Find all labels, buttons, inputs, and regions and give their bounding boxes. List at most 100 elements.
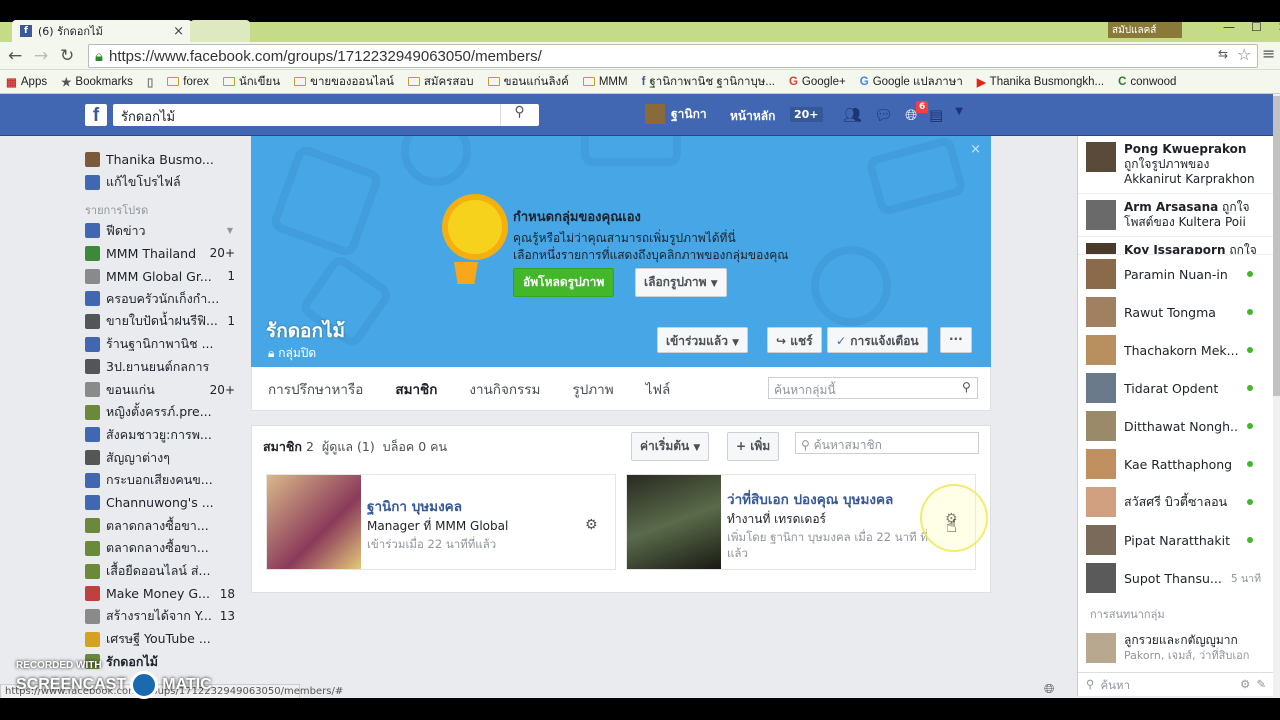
sidebar-item[interactable]: MMM Global Gr... 1 (85, 265, 235, 288)
bookmark-item[interactable]: ▦ Apps (6, 75, 47, 89)
bookmark-item[interactable]: ▶ Thanika Busmongkh... (977, 75, 1104, 89)
add-member-button[interactable]: + เพิ่ม (727, 432, 780, 461)
browser-tab-active[interactable]: f (6) รักดอกไม้ × (12, 20, 192, 42)
group-search-input[interactable]: ค้นหากลุ่มนี้ (768, 377, 978, 399)
sidebar-item[interactable]: ขอนแก่น 20+ (85, 378, 235, 401)
friend-requests-icon[interactable]: 👥︎ (843, 106, 862, 124)
profile-link[interactable]: ฐานิกา (645, 104, 707, 124)
sidebar-item[interactable]: สัญญาต่างๆ (85, 446, 235, 469)
member-photo[interactable] (267, 475, 361, 569)
bookmark-star-icon[interactable]: ☆ (1237, 45, 1251, 64)
contact-item[interactable]: Tidarat Opdent (1078, 369, 1273, 407)
blocked-link[interactable]: บล็อค 0 คน (383, 437, 447, 457)
messages-icon[interactable]: 💬︎ (874, 106, 893, 124)
group-tab[interactable]: ไฟล์ (630, 367, 687, 411)
globe-icon[interactable]: 🌐︎ (1044, 682, 1054, 697)
group-name[interactable]: รักดอกไม้ (266, 316, 345, 346)
member-name[interactable]: ว่าที่สิบเอก ปองคุณ บุษมงคล (727, 488, 942, 510)
more-button[interactable]: ··· (940, 327, 972, 353)
sidebar-item[interactable]: ขายใบปัดน้ำฝนรีฟิ... 1 (85, 310, 235, 333)
sidebar-item[interactable]: ครอบครัวนักเก็งกำ... (85, 287, 235, 310)
upload-photo-button[interactable]: อัพโหลดรูปภาพ (513, 268, 615, 297)
contact-item[interactable]: Rawut Tongma (1078, 293, 1273, 331)
compose-icon[interactable]: ✎ (1256, 677, 1266, 692)
bookmark-item[interactable]: ขอนแก่นลิงค์ (487, 73, 569, 91)
facebook-logo-icon[interactable]: f (85, 104, 107, 126)
ticker-item[interactable]: Pong Kwueprakon ถูกใจรูปภาพของ Akkanirut… (1078, 136, 1273, 194)
ticker-item[interactable]: Koy Issaraporn ถูกใจ (1078, 237, 1273, 255)
maximize-icon[interactable]: ☐ (1251, 20, 1262, 38)
sidebar-edit-profile[interactable]: แก้ไขโปรไฟล์ (85, 171, 235, 194)
joined-button[interactable]: เข้าร่วมแล้ว ▼ (657, 327, 749, 353)
sidebar-item[interactable]: MMM Thailand 20+ (85, 242, 235, 265)
account-menu-chevron-icon[interactable]: ▼ (955, 106, 963, 124)
sidebar-item[interactable]: สร้างรายได้จาก Y... 13 (85, 605, 235, 628)
sidebar-item[interactable]: กระบอกเสียงคนข... (85, 469, 235, 492)
chat-search-input[interactable]: ⚲ ค้นหา ⚙ ✎ (1078, 672, 1274, 696)
search-icon[interactable]: ⚲ (962, 380, 971, 394)
share-button[interactable]: ↪ แชร์ (767, 327, 822, 353)
home-link[interactable]: หน้าหลัก (730, 107, 775, 126)
sidebar-item[interactable]: 3ป.ยานยนต์กลการ (85, 356, 235, 379)
contact-item[interactable]: Thachakorn Mek... (1078, 331, 1273, 369)
chevron-down-icon[interactable]: ▼ (227, 226, 233, 235)
search-icon[interactable]: ⚲ (500, 104, 538, 126)
bookmark-item[interactable]: นักเขียน (222, 73, 280, 91)
sidebar-item[interactable]: เศรษฐี YouTube ... (85, 628, 235, 651)
group-tab[interactable]: การปรึกษาหารือ (268, 367, 379, 411)
bookmark-item[interactable]: Cconwood (1118, 76, 1176, 88)
sidebar-item[interactable]: หญิงตั้งครรภ์.pre... (85, 401, 235, 424)
reload-icon[interactable]: ↻ (60, 46, 74, 66)
group-chat-item[interactable]: ลูกรวยและกตัญญูมาก Pakorn, เจมส์, ว่าที่… (1078, 627, 1273, 669)
ticker-item[interactable]: Arm Arsasana ถูกใจโพสต์ของ Kultera Poii (1078, 194, 1273, 237)
gear-icon[interactable]: ⚙ (585, 517, 598, 533)
contact-item[interactable]: Supot Thansu... 5 นาที (1078, 559, 1273, 597)
bookmark-item[interactable]: ขายของออนไลน์ (294, 73, 394, 91)
extension-badge[interactable]: สมัปแลคส์ (1108, 22, 1182, 38)
bookmark-item[interactable]: MMM (582, 76, 628, 88)
notifications-button[interactable]: ✓ การแจ้งเตือน (827, 327, 928, 353)
contact-item[interactable]: Pipat Naratthakit (1078, 521, 1273, 559)
bookmark-item[interactable]: f ฐานิกาพานิช ฐานิกาบุษ... (642, 73, 775, 91)
choose-photo-button[interactable]: เลือกรูปภาพ ▼ (635, 268, 727, 297)
close-tab-icon[interactable]: × (173, 24, 184, 39)
sidebar-item[interactable]: ฟีดข่าว ▼ (85, 219, 235, 242)
default-sort-button[interactable]: ค่าเริ่มต้น ▼ (631, 432, 710, 461)
bookmark-item[interactable]: ★ Bookmarks (61, 75, 133, 89)
sidebar-profile[interactable]: Thanika Busmo... (85, 148, 235, 171)
group-tab[interactable]: งานกิจกรรม (453, 367, 556, 411)
sidebar-item[interactable]: ตลาดกลางซื้อขา... (85, 514, 235, 537)
member-name[interactable]: ฐานิกา บุษมงคล (367, 495, 508, 517)
new-tab-button[interactable] (190, 20, 250, 42)
privacy-shortcuts-icon[interactable]: ▤ (929, 106, 943, 124)
sidebar-item[interactable]: ตลาดกลางซื้อขา... (85, 537, 235, 560)
minimize-icon[interactable]: — (1223, 20, 1235, 38)
members-count-link[interactable]: สมาชิก 2 (263, 437, 314, 457)
bookmark-item[interactable]: forex (167, 76, 209, 88)
sidebar-item[interactable]: Make Money G... 18 (85, 582, 235, 605)
contact-item[interactable]: สวัสศรี บิวตี้ซาลอน (1078, 483, 1273, 521)
gear-icon[interactable]: ⚙ (1240, 677, 1250, 692)
contact-item[interactable]: Paramin Nuan-in (1078, 255, 1273, 293)
bookmark-item[interactable]: G Google+ (789, 76, 846, 88)
back-arrow-icon[interactable]: ← (8, 46, 22, 66)
admins-link[interactable]: ผู้ดูแล (1) (322, 437, 375, 457)
bookmark-item[interactable]: G Google แปลภาษา (860, 73, 963, 91)
group-tab[interactable]: สมาชิก (379, 367, 453, 411)
sidebar-item[interactable]: Channuwong's ... (85, 492, 235, 515)
sidebar-item[interactable]: เสื้อยืดออนไลน์ ส่... (85, 560, 235, 583)
contact-item[interactable]: Ditthawat Nongh... (1078, 407, 1273, 445)
translate-page-icon[interactable]: ⇆ (1218, 47, 1228, 61)
sidebar-item[interactable]: ร้านฐานิกาพานิช ... (85, 333, 235, 356)
scrollbar-thumb[interactable] (1273, 96, 1280, 396)
chrome-menu-icon[interactable]: ≡ (1262, 44, 1275, 63)
group-tab[interactable]: รูปภาพ (556, 367, 629, 411)
member-search-input[interactable]: ⚲ ค้นหาสมาชิก (795, 432, 979, 454)
bookmark-item[interactable]: สมัครสอบ (407, 73, 474, 91)
sidebar-item[interactable]: สังคมชาวยู:การพ... (85, 424, 235, 447)
member-photo[interactable] (627, 475, 721, 569)
address-bar[interactable]: 🔒︎ https://www.facebook.com/groups/17122… (88, 44, 1258, 68)
facebook-search-input[interactable]: รักดอกไม้ (113, 104, 539, 126)
contact-item[interactable]: Kae Ratthaphong (1078, 445, 1273, 483)
bookmark-item[interactable]: ▯ (147, 75, 153, 89)
